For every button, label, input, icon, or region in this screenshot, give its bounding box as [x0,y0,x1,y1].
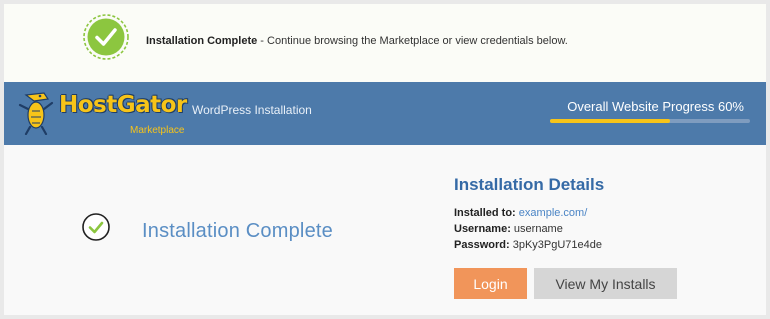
gator-logo-icon [18,92,54,135]
username-value: username [513,223,563,235]
installed-to-label: Installed to: [454,207,516,219]
header-banner: HostGator WordPress Installation Marketp… [4,82,766,145]
brand-section-label: Marketplace [130,125,185,136]
password-label: Password: [454,239,510,251]
status-title: Installation Complete [142,220,333,242]
progress-bar [550,119,750,123]
brand-subtitle: WordPress Installation [192,103,312,117]
username-label: Username: [454,223,511,235]
checkmark-icon [82,213,110,241]
installed-to-row: Installed to: example.com/ [454,205,744,221]
progress-label: Overall Website Progress 60% [567,99,744,114]
login-button[interactable]: Login [454,268,527,299]
password-row: Password: 3pKy3PgU71e4de [454,237,744,253]
details-title: Installation Details [454,175,605,194]
page-frame: Installation Complete - Continue browsin… [4,4,766,315]
username-row: Username: username [454,221,744,237]
notice-title: Installation Complete [146,35,258,47]
installation-details: Installation Details Installed to: examp… [454,175,744,253]
installed-to-link[interactable]: example.com/ [519,207,587,219]
completion-notice: Installation Complete - Continue browsin… [4,4,766,82]
main-content: Installation Complete Installation Detai… [4,145,766,315]
notice-body: - Continue browsing the Marketplace or v… [257,35,568,47]
check-circle-icon [83,14,129,60]
view-installs-button[interactable]: View My Installs [534,268,677,299]
password-value: 3pKy3PgU71e4de [512,239,602,251]
notice-message: Installation Complete - Continue browsin… [146,35,568,47]
progress-bar-fill [550,119,670,123]
brand-logo-text: HostGator [59,92,187,118]
